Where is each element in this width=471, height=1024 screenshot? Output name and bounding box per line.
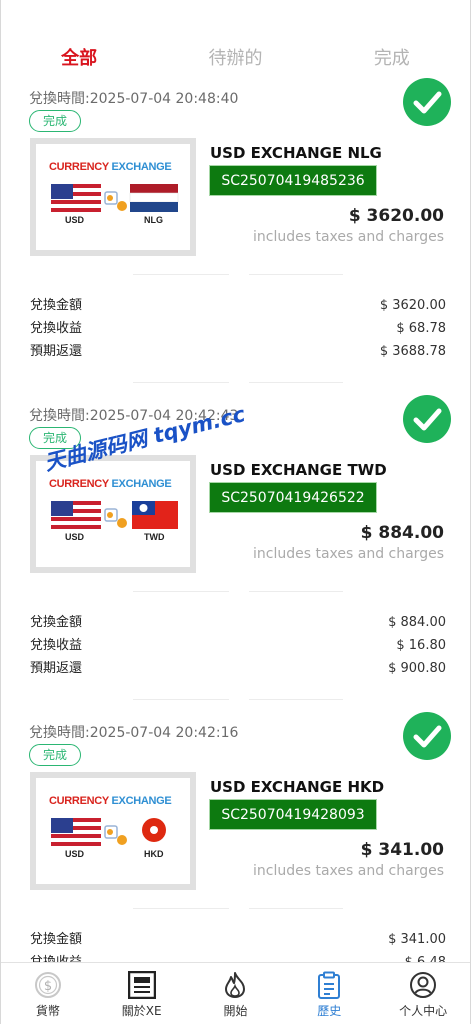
- brand-logo: CURRENCY EXCHANGE: [49, 795, 172, 807]
- exchange-arrows-icon: [104, 825, 127, 845]
- order-total: $ 3620.00: [348, 206, 444, 226]
- check-circle-icon: [403, 395, 451, 443]
- nav-label: 貨幣: [35, 1004, 60, 1018]
- order-time: 兌換時間:2025-07-04 20:42:16: [29, 725, 239, 741]
- nav-label: 關於XE: [121, 1004, 162, 1018]
- order-note: includes taxes and charges: [253, 546, 444, 562]
- exchange-image: CURRENCY EXCHANGE USD HKD: [30, 772, 196, 890]
- divider: [249, 274, 343, 275]
- nav-label: 開始: [223, 1004, 248, 1018]
- divider: [133, 591, 229, 592]
- order-code: SC25070419485236: [209, 165, 377, 196]
- divider: [249, 382, 343, 383]
- order-title: USD EXCHANGE NLG: [210, 144, 382, 162]
- news-icon: [127, 971, 156, 999]
- divider: [133, 382, 229, 383]
- tab-pending[interactable]: 待辦的: [157, 0, 313, 80]
- nav-label: 歷史: [317, 1004, 342, 1018]
- detail-row: 兌換金額 $ 884.00: [30, 615, 446, 630]
- svg-text:$: $: [44, 979, 52, 994]
- nav-start[interactable]: 開始: [189, 963, 283, 1024]
- exchange-arrows-icon: [104, 508, 127, 528]
- netherlands-flag-icon: [129, 184, 179, 212]
- tab-completed[interactable]: 完成: [314, 0, 470, 80]
- divider: [249, 699, 343, 700]
- bottom-nav: $ 貨幣 關於XE 開始 歷史 个人中心: [1, 962, 470, 1024]
- detail-row: 預期返還 $ 900.80: [30, 661, 446, 676]
- order-note: includes taxes and charges: [253, 229, 444, 245]
- divider: [133, 699, 229, 700]
- exchange-image: CURRENCY EXCHANGE USD NLG: [30, 138, 196, 256]
- clipboard-icon: [318, 971, 341, 999]
- order-title: USD EXCHANGE TWD: [210, 461, 387, 479]
- us-flag-icon: [51, 818, 101, 846]
- from-currency-label: USD: [65, 532, 85, 542]
- from-currency-label: USD: [65, 849, 85, 859]
- flame-icon: [225, 972, 246, 998]
- to-currency-label: NLG: [144, 215, 163, 225]
- divider: [249, 591, 343, 592]
- divider: [133, 908, 229, 909]
- us-flag-icon: [51, 184, 101, 212]
- nav-label: 个人中心: [399, 1004, 448, 1018]
- order-code: SC25070419426522: [209, 482, 377, 513]
- exchange-arrows-icon: [104, 191, 127, 211]
- nav-history[interactable]: 歷史: [282, 963, 376, 1024]
- order-code: SC25070419428093: [209, 799, 377, 830]
- order-details: 兌換金額 $ 884.00 兌換收益 $ 16.80 預期返還 $ 900.80: [30, 611, 446, 680]
- brand-logo: CURRENCY EXCHANGE: [49, 478, 172, 490]
- nav-currency[interactable]: $ 貨幣: [1, 963, 95, 1024]
- us-flag-icon: [51, 501, 101, 529]
- taiwan-flag-icon: [132, 501, 178, 529]
- hongkong-flag-icon: [142, 818, 166, 842]
- order-note: includes taxes and charges: [253, 863, 444, 879]
- to-currency-label: TWD: [144, 532, 165, 542]
- from-currency-label: USD: [65, 215, 85, 225]
- detail-row: 兌換收益 $ 16.80: [30, 638, 446, 653]
- nav-profile[interactable]: 个人中心: [376, 963, 470, 1024]
- status-badge: 完成: [29, 110, 81, 132]
- dollar-coin-icon: $: [34, 972, 61, 998]
- brand-logo: CURRENCY EXCHANGE: [49, 161, 172, 173]
- user-icon: [410, 972, 437, 998]
- order-time: 兌換時間:2025-07-04 20:48:40: [29, 91, 239, 107]
- order-details: 兌換金額 $ 3620.00 兌換收益 $ 68.78 預期返還 $ 3688.78: [30, 294, 446, 363]
- detail-row: 兌換金額 $ 3620.00: [30, 298, 446, 313]
- status-tabs: 全部 待辦的 完成: [1, 0, 470, 80]
- to-currency-label: HKD: [144, 849, 164, 859]
- divider: [133, 274, 229, 275]
- order-title: USD EXCHANGE HKD: [210, 778, 385, 796]
- status-badge: 完成: [29, 744, 81, 766]
- history-page: 全部 待辦的 完成 兌換時間:2025-07-04 20:48:40 完成 CU…: [0, 0, 471, 1024]
- tab-all[interactable]: 全部: [1, 0, 157, 80]
- check-circle-icon: [403, 78, 451, 126]
- detail-row: 兌換收益 $ 68.78: [30, 321, 446, 336]
- divider: [249, 908, 343, 909]
- detail-row: 兌換金額 $ 341.00: [30, 932, 446, 947]
- detail-row: 預期返還 $ 3688.78: [30, 344, 446, 359]
- order-total: $ 341.00: [360, 840, 444, 860]
- nav-about-xe[interactable]: 關於XE: [95, 963, 189, 1024]
- check-circle-icon: [403, 712, 451, 760]
- order-total: $ 884.00: [360, 523, 444, 543]
